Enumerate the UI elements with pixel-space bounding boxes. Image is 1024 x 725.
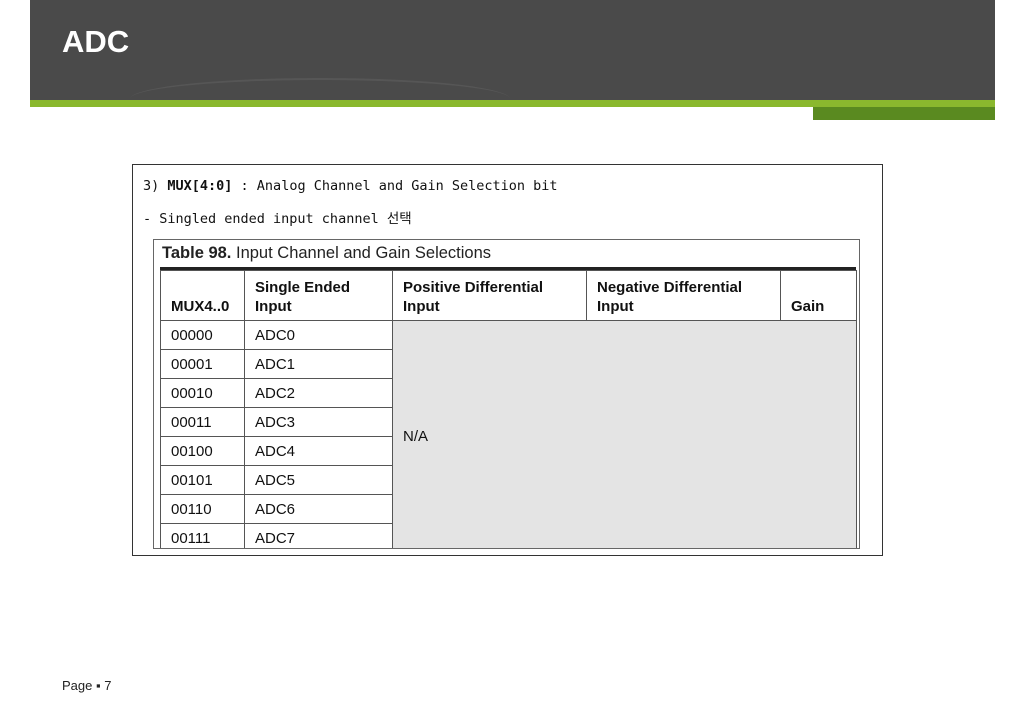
- input-cell: ADC2: [244, 378, 393, 408]
- mux-cell: 00010: [160, 378, 245, 408]
- description-line-2: - Singled ended input channel 선택: [143, 211, 412, 227]
- input-cell: ADC0: [244, 320, 393, 350]
- mux-cell: 00000: [160, 320, 245, 350]
- table-caption: Table 98. Input Channel and Gain Selecti…: [162, 244, 491, 263]
- mux-cell: 00011: [160, 407, 245, 437]
- page-label: Page: [62, 678, 93, 693]
- content-box: 3) MUX[4:0] : Analog Channel and Gain Se…: [132, 164, 883, 556]
- header-single-ended: Single Ended Input: [244, 270, 393, 321]
- input-cell: ADC3: [244, 407, 393, 437]
- page-footer: Page ▪ 7: [62, 678, 111, 693]
- header-accent-block: [813, 107, 995, 120]
- page-number: 7: [104, 678, 112, 693]
- input-cell: ADC5: [244, 465, 393, 495]
- line1-prefix: 3): [143, 178, 168, 194]
- header-accent-line: [30, 100, 995, 107]
- input-channel-table: MUX4..0 Single Ended Input Positive Diff…: [160, 270, 857, 548]
- input-cell: ADC7: [244, 523, 393, 548]
- header-swoosh-decoration: [130, 78, 510, 120]
- header-mux: MUX4..0: [160, 270, 245, 321]
- input-cell: ADC4: [244, 436, 393, 466]
- table-caption-title: Input Channel and Gain Selections: [236, 244, 492, 262]
- input-cell: ADC6: [244, 494, 393, 524]
- header-gain: Gain: [780, 270, 857, 321]
- mux-cell: 00100: [160, 436, 245, 466]
- page-separator-icon: ▪: [96, 678, 101, 693]
- table-caption-number: Table 98.: [162, 244, 232, 262]
- mux-cell: 00110: [160, 494, 245, 524]
- table-image-panel: Table 98. Input Channel and Gain Selecti…: [153, 239, 860, 549]
- slide-title: ADC: [62, 24, 130, 59]
- header-negative-differential: Negative Differential Input: [586, 270, 781, 321]
- na-cell: N/A: [392, 320, 857, 548]
- line1-suffix: : Analog Channel and Gain Selection bit: [232, 178, 558, 194]
- input-cell: ADC1: [244, 349, 393, 379]
- mux-cell: 00101: [160, 465, 245, 495]
- description-line-1: 3) MUX[4:0] : Analog Channel and Gain Se…: [143, 178, 558, 194]
- mux-cell: 00001: [160, 349, 245, 379]
- table-row: 00000 ADC0 N/A: [160, 320, 857, 548]
- table-header-row: MUX4..0 Single Ended Input Positive Diff…: [160, 270, 857, 321]
- mux-register-label: MUX[4:0]: [167, 178, 233, 194]
- header-positive-differential: Positive Differential Input: [392, 270, 587, 321]
- header-bar: [30, 0, 995, 100]
- mux-cell: 00111: [160, 523, 245, 548]
